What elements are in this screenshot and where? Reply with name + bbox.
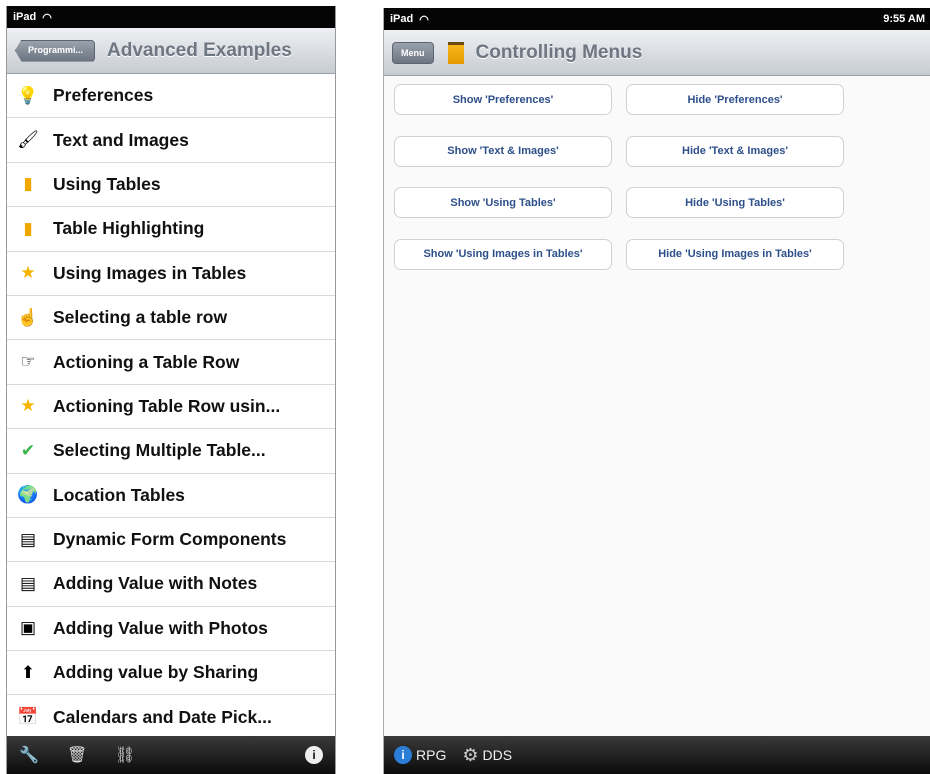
carrier-label: iPad xyxy=(13,11,37,23)
list-item-label: Using Images in Tables xyxy=(53,262,247,283)
list-item-label: Table Highlighting xyxy=(53,218,205,239)
list-item[interactable]: ▮ Using Tables xyxy=(7,163,335,208)
examples-list: 💡 Preferences 🖌 Text and Images ▮ Using Table… xyxy=(7,74,335,740)
page-title: Advanced Examples xyxy=(107,39,292,61)
left-ipad-screen: iPad ◠ Programmi... Advanced Examples 💡 Pr… xyxy=(6,6,336,774)
wifi-icon: ◠ xyxy=(419,13,429,26)
nav-bar: Programmi... Advanced Examples xyxy=(7,28,335,74)
hide-button-1[interactable]: Hide 'Text & Images' xyxy=(626,135,844,167)
list-item-label: Calendars and Date Pick... xyxy=(53,706,272,727)
list-item-label: Actioning Table Row usin... xyxy=(53,395,281,416)
menu-button[interactable]: Menu xyxy=(392,41,434,64)
carrier-label: iPad xyxy=(390,13,414,25)
dds-label: DDS xyxy=(482,747,513,763)
list-item-label: Adding Value with Photos xyxy=(53,617,268,638)
list-item-label: Adding value by Sharing xyxy=(53,662,259,683)
info-icon: i xyxy=(394,746,412,764)
list-item-label: Preferences xyxy=(53,85,154,106)
lightbulb-icon: 💡 xyxy=(17,85,39,105)
pointing-hand-icon: ☞ xyxy=(20,352,36,372)
dds-button[interactable]: ⚙ DDS xyxy=(462,745,512,766)
hide-button-2[interactable]: Hide 'Using Tables' xyxy=(626,187,844,218)
list-item[interactable]: 💡 Preferences xyxy=(7,74,335,119)
bottom-toolbar: i RPG ⚙ DDS xyxy=(384,736,930,774)
list-item-label: Actioning a Table Row xyxy=(53,351,240,372)
share-icon: ⬆ xyxy=(20,662,36,682)
nav-bar: Menu Controlling Menus xyxy=(384,30,930,76)
list-item-label: Selecting Multiple Table... xyxy=(53,440,266,461)
book-icon: ▮ xyxy=(23,218,33,238)
status-bar: iPad ◠ xyxy=(7,6,335,28)
list-item[interactable]: 📅 Calendars and Date Pick... xyxy=(7,695,335,740)
star-icon: ★ xyxy=(20,263,36,283)
link-icon[interactable]: ⛓ xyxy=(115,745,163,765)
list-item-label: Adding Value with Notes xyxy=(53,573,258,594)
list-item[interactable]: ⬆ Adding value by Sharing xyxy=(7,651,335,696)
list-item[interactable]: ▣ Adding Value with Photos xyxy=(7,607,335,652)
list-item[interactable]: ★ Actioning Table Row usin... xyxy=(7,385,335,430)
list-item-label: Text and Images xyxy=(53,129,189,150)
list-item[interactable]: ★ Using Images in Tables xyxy=(7,252,335,296)
checkmark-icon: ✔ xyxy=(20,440,36,460)
list-item[interactable]: ☞ Actioning a Table Row xyxy=(7,340,335,385)
globe-icon: 🌍 xyxy=(17,485,39,505)
list-item[interactable]: ▤ Adding Value with Notes xyxy=(7,562,335,607)
list-item[interactable]: 🌍 Location Tables xyxy=(7,474,335,518)
gear-icon: ⚙ xyxy=(462,744,479,765)
show-button-0[interactable]: Show 'Preferences' xyxy=(394,84,612,115)
page-title: Controlling Menus xyxy=(475,41,643,63)
show-button-3[interactable]: Show 'Using Images in Tables' xyxy=(394,238,612,270)
notes-icon: ▤ xyxy=(19,573,37,593)
bottom-toolbar: 🔧 🗑 ⛓ i xyxy=(7,736,335,774)
status-bar: iPad ◠ 9:55 AM xyxy=(384,8,930,30)
list-item[interactable]: ▮ Table Highlighting xyxy=(7,207,335,252)
book-icon xyxy=(447,41,464,64)
right-ipad-screen: iPad ◠ 9:55 AM Menu Controlling Menus Sho… xyxy=(383,8,930,774)
info-icon[interactable]: i xyxy=(305,746,323,764)
show-button-2[interactable]: Show 'Using Tables' xyxy=(394,187,612,218)
book-icon: ▮ xyxy=(23,174,33,194)
list-item[interactable]: ▤ Dynamic Form Components xyxy=(7,518,335,563)
list-item[interactable]: ☝ Selecting a table row xyxy=(7,296,335,341)
list-item[interactable]: ✔ Selecting Multiple Table... xyxy=(7,429,335,474)
back-button[interactable]: Programmi... xyxy=(15,39,95,62)
hand-icon: ☝ xyxy=(17,307,39,327)
star-icon: ★ xyxy=(20,396,36,416)
list-item-label: Selecting a table row xyxy=(53,307,228,328)
list-item[interactable]: 🖌 Text and Images xyxy=(7,118,335,163)
rpg-button[interactable]: i RPG xyxy=(394,746,446,764)
hide-button-3[interactable]: Hide 'Using Images in Tables' xyxy=(626,238,844,270)
brush-icon: 🖌 xyxy=(17,130,39,150)
list-item-label: Location Tables xyxy=(53,484,185,505)
list-item-label: Using Tables xyxy=(53,173,161,194)
wrench-icon[interactable]: 🔧 xyxy=(19,745,67,765)
photo-icon: ▣ xyxy=(19,618,37,638)
hide-button-0[interactable]: Hide 'Preferences' xyxy=(626,84,844,115)
list-item-label: Dynamic Form Components xyxy=(53,529,287,550)
calendar-icon: 📅 xyxy=(17,707,39,727)
wifi-icon: ◠ xyxy=(42,11,52,24)
trash-icon[interactable]: 🗑 xyxy=(67,745,115,765)
rpg-label: RPG xyxy=(416,747,447,763)
show-button-1[interactable]: Show 'Text & Images' xyxy=(394,135,612,167)
clock: 9:55 AM xyxy=(883,13,925,25)
form-icon: ▤ xyxy=(19,529,37,549)
